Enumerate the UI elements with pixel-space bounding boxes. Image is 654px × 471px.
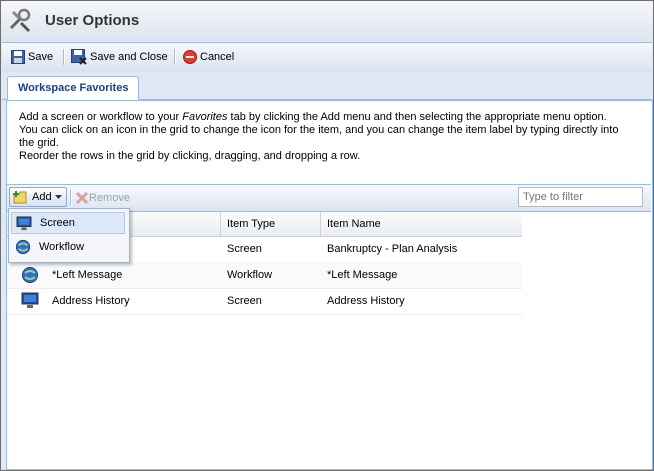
screen-icon[interactable] [21,292,39,310]
row-item-name: Address History [327,295,405,307]
remove-x-icon [75,191,89,205]
workflow-icon[interactable] [21,266,39,284]
save-and-close-label: Save and Close [90,51,168,63]
screen-icon [16,215,32,230]
row-item-name: *Left Message [327,269,398,281]
cancel-icon [183,50,197,64]
instructions-text: Add a screen or workflow to your Favorit… [19,111,629,163]
add-folder-icon [13,190,27,203]
save-and-close-button[interactable]: Save and Close [71,48,168,66]
main-toolbar: Save Save and Close Cancel [2,42,652,73]
chevron-down-icon [54,194,62,199]
cancel-button[interactable]: Cancel [183,48,234,66]
instructions-line-2: You can click on an icon in the grid to … [19,124,619,149]
remove-button[interactable]: Remove [75,189,130,207]
title-bar: User Options [1,1,653,41]
menu-item-label: Screen [40,217,75,229]
row-item-type: Screen [227,295,262,307]
floppy-disk-icon [11,50,25,64]
instructions-line-3: Reorder the rows in the grid by clicking… [19,150,361,162]
menu-item-screen[interactable]: Screen [11,212,125,234]
filter-input[interactable] [518,187,643,207]
add-label: Add [32,191,52,203]
grid-header-item-type[interactable]: Item Type [221,212,321,236]
instructions-line-1-end: tab by clicking the Add menu and then se… [227,111,607,123]
table-row[interactable]: Address History Screen Address History [7,288,522,315]
row-label[interactable]: *Left Message [46,262,221,288]
menu-item-label: Workflow [39,241,85,253]
toolbar-separator [174,49,176,65]
add-dropdown-menu: Screen Workflow [8,208,130,263]
row-item-name: Bankruptcy - Plan Analysis [327,243,458,255]
toolbar-separator [63,49,65,65]
toolbar-separator [70,190,72,206]
row-label[interactable]: Address History [46,288,221,314]
cancel-label: Cancel [200,51,235,63]
table-row[interactable]: *Left Message Workflow *Left Message [7,262,522,289]
save-label: Save [28,51,54,63]
row-item-type: Screen [227,243,262,255]
menu-item-workflow[interactable]: Workflow [11,236,125,258]
instructions-line-1-start: Add a screen or workflow to your [19,111,183,123]
user-options-window: User Options Save Save and Close Cancel … [0,0,654,471]
save-close-icon [71,49,87,65]
grid-header-item-name[interactable]: Item Name [321,212,522,236]
add-menu-button[interactable]: Add [9,187,67,207]
tab-strip: Workspace Favorites [2,72,652,100]
workflow-icon [15,239,31,255]
save-button[interactable]: Save [11,48,53,66]
row-item-type: Workflow [227,269,273,281]
remove-label: Remove [89,192,130,204]
instructions-emphasis: Favorites [182,111,228,123]
tab-workspace-favorites[interactable]: Workspace Favorites [7,76,140,100]
window-title: User Options [45,12,140,29]
wrench-icon [9,8,31,33]
